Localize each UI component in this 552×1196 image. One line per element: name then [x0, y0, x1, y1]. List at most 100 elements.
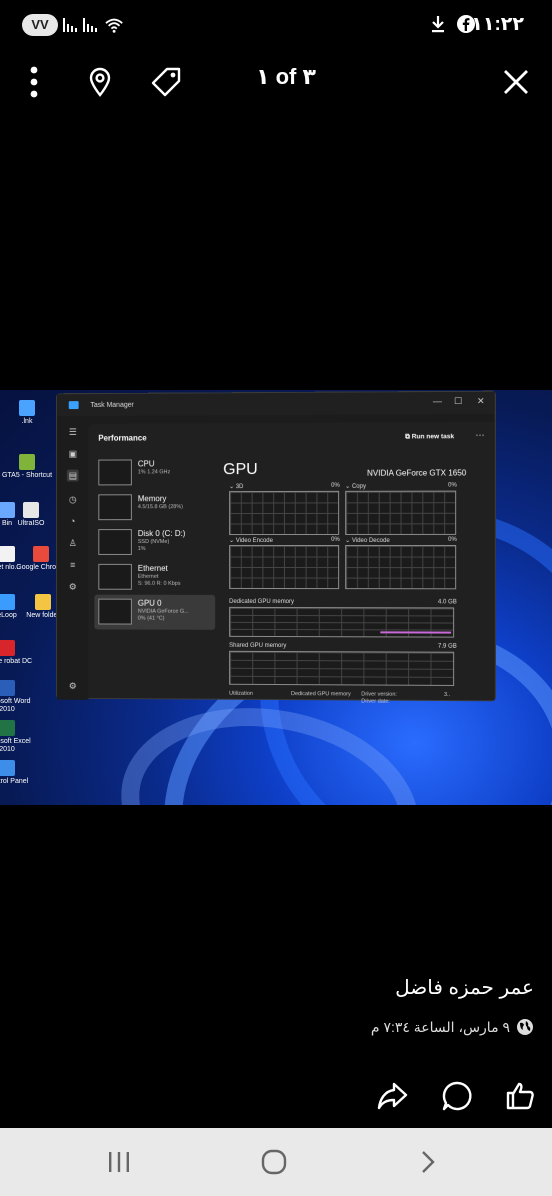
post-date: ٩ مارس، الساعة ٧:٣٤ م [371, 1018, 534, 1036]
resource-name: GPU 0 [137, 598, 162, 608]
side-nav: ☰ ▣ ▤ ◷ ◔ ♙ ≡ ⚙ ⚙ [56, 415, 89, 700]
desktop-icon[interactable]: Microsoft Excel 2010 [0, 720, 38, 753]
signal-icon-2 [83, 18, 97, 32]
resource-detail: 4.5/15.8 GB (28%) [137, 504, 183, 511]
task-manager-window[interactable]: Task Manager — ☐ ✕ ☰ ▣ ▤ ◷ ◔ ♙ ≡ ⚙ ⚙ Per… [55, 390, 496, 705]
app-icon [0, 640, 15, 656]
app-icon [19, 454, 35, 470]
comment-icon[interactable] [437, 1076, 477, 1116]
section-title: Performance [98, 433, 147, 443]
maximize-icon[interactable]: ☐ [454, 396, 462, 407]
more-options-icon[interactable]: ⋯ [475, 430, 484, 441]
back-button[interactable] [408, 1146, 448, 1178]
download-icon [432, 16, 444, 33]
engine-percent: 0% [448, 482, 457, 489]
engine-percent: 0% [331, 482, 340, 489]
services-icon[interactable]: ⚙ [67, 581, 79, 593]
dedicated-usage-line [380, 631, 452, 634]
engine-graphs: ⌄ 3D 0% ⌄ Copy 0% ⌄ Video Encode 0% ⌄ Video De… [88, 422, 494, 590]
details-icon[interactable]: ≡ [67, 559, 79, 571]
close-window-icon[interactable]: ✕ [477, 396, 485, 407]
desktop-icon-label: .lnk [21, 418, 33, 425]
resource-detail: SSD (NVMe) 1% [137, 539, 170, 552]
settings-icon[interactable]: ⚙ [67, 680, 79, 692]
home-button[interactable] [254, 1146, 294, 1178]
like-icon[interactable] [500, 1076, 540, 1116]
engine-label[interactable]: ⌄ Video Encode [229, 537, 273, 544]
users-icon[interactable]: ♙ [67, 537, 79, 549]
desktop-icon-label: Microsoft Excel 2010 [0, 738, 31, 753]
menu-icon[interactable]: ☰ [67, 426, 79, 438]
resource-detail: 1% 1.24 GHz [137, 469, 171, 476]
desktop-icon[interactable]: .lnk [0, 400, 58, 426]
desktop-icon-label: Microsoft Word 2010 [0, 698, 31, 713]
minimize-icon[interactable]: — [433, 396, 442, 406]
photo-counter: ١ of ٣ [256, 64, 316, 89]
resource-thumbnail [98, 459, 132, 486]
run-new-task-button[interactable]: ⧉ Run new task [405, 433, 454, 441]
post-author[interactable]: عمر حمزه فاضل [395, 975, 534, 1000]
dedicated-max: 4.0 GB [437, 599, 457, 606]
app-history-icon[interactable]: ◷ [67, 493, 79, 505]
performance-icon[interactable]: ▤ [66, 469, 79, 482]
resource-item[interactable]: Ethernet Ethernet S: 96.0 R: 0 Kbps [94, 560, 215, 595]
resource-thumbnail [98, 598, 132, 625]
status-bar: VV ١١:٢٢ [0, 0, 552, 52]
engine-label[interactable]: ⌄ Copy [345, 483, 366, 490]
desktop-icon[interactable]: UltraISO [0, 502, 62, 528]
shared-label: Shared GPU memory [229, 642, 287, 650]
gpu-model: NVIDIA GeForce GTX 1650 [367, 468, 467, 478]
dedicated-label: Dedicated GPU memory [229, 598, 295, 606]
resource-item[interactable]: CPU 1% 1.24 GHz [94, 455, 215, 490]
dedicated-mem-label: Dedicated GPU memory [291, 691, 351, 698]
engine-percent: 0% [331, 536, 340, 543]
resource-detail: Ethernet S: 96.0 R: 0 Kbps [137, 573, 181, 587]
resource-thumbnail [98, 494, 132, 521]
share-icon[interactable] [372, 1076, 412, 1116]
desktop-icon[interactable]: Microsoft Word 2010 [0, 680, 38, 713]
engine-label[interactable]: ⌄ Video Decode [345, 537, 390, 544]
desktop-icon[interactable]: Adobe robat DC [0, 640, 38, 666]
driver-version-label: Driver version: [361, 691, 397, 698]
resource-name: Disk 0 (C: D:) [137, 529, 186, 539]
engine-graph [345, 490, 457, 535]
startup-apps-icon[interactable]: ◔ [67, 515, 79, 527]
notification-badge: VV [22, 14, 58, 36]
app-icon [0, 680, 15, 696]
engine-graph [345, 544, 457, 590]
resource-thumbnail [98, 563, 132, 590]
app-icon [0, 720, 15, 736]
desktop-icon-label: Adobe robat DC [0, 658, 33, 665]
resource-item[interactable]: GPU 0 NVIDIA GeForce G... 0% (41 °C) [94, 594, 216, 630]
gpu-heading: GPU [223, 461, 258, 479]
task-manager-icon [68, 401, 79, 410]
photo[interactable]: .lnkGTA5 - ShortcutBinUltraISOnet nlo...… [0, 390, 552, 805]
globe-icon [517, 1019, 533, 1035]
desktop-icon-label: UltraISO [17, 520, 45, 527]
resource-list: CPU 1% 1.24 GHz Memory 4.5/15.8 GB (28%) Dis… [94, 455, 216, 630]
engine-percent: 0% [448, 536, 457, 543]
performance-panel: Performance ⧉ Run new task ⋯ CPU 1% 1.24 … [88, 421, 495, 705]
shared-max: 7.9 GB [437, 643, 457, 650]
resource-detail: NVIDIA GeForce G... 0% (41 °C) [137, 608, 189, 622]
app-icon [19, 400, 35, 416]
clock: ١١:٢٢ [471, 14, 524, 35]
resource-thumbnail [98, 529, 132, 555]
desktop-icon-label: GTA5 - Shortcut [1, 472, 53, 479]
engine-label[interactable]: ⌄ 3D [229, 483, 243, 490]
processes-icon[interactable]: ▣ [67, 448, 79, 460]
shared-graph [229, 650, 455, 686]
title-bar: Task Manager — ☐ ✕ [56, 391, 495, 417]
resource-item[interactable]: Disk 0 (C: D:) SSD (NVMe) 1% [94, 525, 215, 560]
window-title: Task Manager [90, 401, 134, 409]
resource-item[interactable]: Memory 4.5/15.8 GB (28%) [94, 490, 215, 525]
desktop-icon[interactable]: Control Panel [0, 760, 38, 786]
recents-button[interactable] [99, 1146, 139, 1178]
desktop-icon-label: Control Panel [0, 778, 29, 785]
app-icon [23, 502, 39, 518]
dedicated-graph [229, 606, 455, 638]
resource-name: Memory [137, 494, 167, 504]
signal-icon [63, 18, 77, 32]
desktop-icon[interactable]: GTA5 - Shortcut [0, 454, 58, 480]
wifi-icon [105, 18, 123, 33]
